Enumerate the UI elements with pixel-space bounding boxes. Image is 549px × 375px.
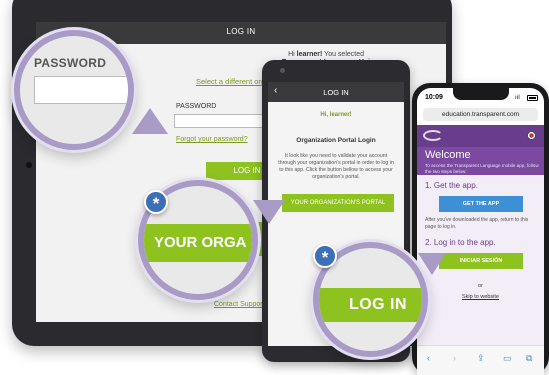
magnified-login-button: LOG IN (319, 288, 422, 322)
after-download-text: After you've downloaded the app, return … (425, 217, 529, 230)
org-portal-button[interactable]: YOUR ORGANIZATION'S PORTAL (282, 194, 394, 212)
magnified-password-input (34, 76, 128, 104)
skip-to-website-link[interactable]: Skip to website (417, 294, 544, 300)
greeting-name: learner! (296, 51, 323, 58)
greeting-prefix: Hi (288, 51, 297, 58)
brand-logo-icon[interactable] (423, 130, 443, 141)
status-time: 10:09 (425, 94, 443, 101)
welcome-subtitle: To access the Transparent Language mobil… (425, 163, 539, 174)
pointer-arrow (418, 253, 446, 275)
iniciar-sesion-button[interactable]: INICIAR SESIÓN (439, 253, 523, 269)
bookmarks-icon[interactable]: ▭ (503, 353, 512, 364)
battery-icon (527, 95, 538, 101)
magnified-password-label: PASSWORD (34, 56, 107, 70)
site-header (417, 125, 544, 147)
android-greeting: Hi, learner! (320, 112, 352, 118)
android-camera (280, 68, 285, 73)
tablet-camera (26, 162, 32, 168)
get-the-app-button[interactable]: GET THE APP (439, 196, 523, 212)
android-page-title: LOG IN (323, 88, 349, 97)
back-icon[interactable]: ‹ (427, 353, 430, 363)
org-portal-description: It look like you need to validate your a… (278, 153, 394, 181)
org-portal-heading: Organization Portal Login (296, 137, 376, 144)
iphone-notch (453, 88, 509, 100)
forward-icon[interactable]: › (453, 353, 456, 363)
or-separator: or (478, 283, 483, 289)
tablet-greeting: Hi learner! You selected (194, 51, 364, 58)
iphone-device: 10:09 ııl education.transparent.com Welc… (412, 83, 549, 375)
forgot-password-link[interactable]: Forgot your password? (176, 136, 248, 143)
pointer-arrow (132, 108, 168, 134)
language-flag-icon[interactable] (527, 131, 536, 140)
welcome-title: Welcome (425, 149, 471, 161)
password-label: PASSWORD (176, 103, 217, 110)
signal-icon: ııl (515, 95, 520, 101)
url-bar[interactable]: education.transparent.com (423, 108, 538, 121)
greeting-suffix: You selected (322, 51, 364, 58)
password-magnifier: PASSWORD (14, 30, 134, 150)
share-icon[interactable]: ⇪ (477, 353, 485, 364)
asterisk-badge-icon: * (313, 244, 337, 268)
asterisk-badge-icon: * (144, 190, 168, 214)
safari-toolbar: ‹ › ⇪ ▭ ⧉ (417, 345, 544, 375)
iphone-screen: 10:09 ııl education.transparent.com Welc… (417, 88, 544, 375)
pointer-arrow (253, 200, 285, 224)
contact-support-link[interactable]: Contact Support (214, 301, 265, 308)
step-1-heading: 1. Get the app. (425, 181, 478, 190)
step-2-heading: 2. Log in to the app. (425, 238, 496, 247)
magnified-org-portal-button: YOUR ORGA (144, 224, 252, 262)
tabs-icon[interactable]: ⧉ (526, 353, 532, 364)
